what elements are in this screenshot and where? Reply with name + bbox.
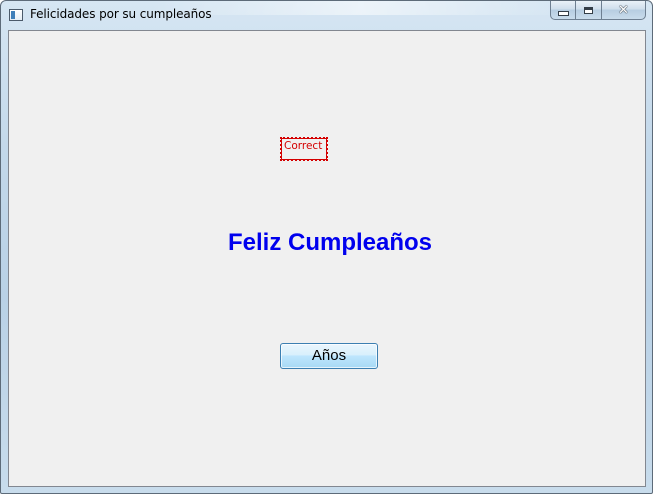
client-area: Correct Feliz Cumpleaños Años: [8, 30, 646, 487]
window-title: Felicidades por su cumpleaños: [30, 7, 212, 21]
maximize-icon: [584, 6, 593, 14]
close-icon: ✕: [618, 2, 629, 18]
greeting-heading: Feliz Cumpleaños: [227, 229, 433, 256]
minimize-button[interactable]: [550, 1, 576, 20]
years-button[interactable]: Años: [280, 343, 378, 369]
close-button[interactable]: ✕: [602, 1, 646, 20]
minimize-icon: [557, 10, 569, 16]
app-window: Felicidades por su cumpleaños ✕ Correct …: [0, 0, 653, 494]
title-bar[interactable]: Felicidades por su cumpleaños ✕: [1, 1, 652, 29]
maximize-button[interactable]: [576, 1, 602, 20]
caption-buttons: ✕: [550, 1, 646, 21]
app-window-icon[interactable]: [9, 9, 23, 21]
status-label: Correct: [280, 137, 328, 161]
